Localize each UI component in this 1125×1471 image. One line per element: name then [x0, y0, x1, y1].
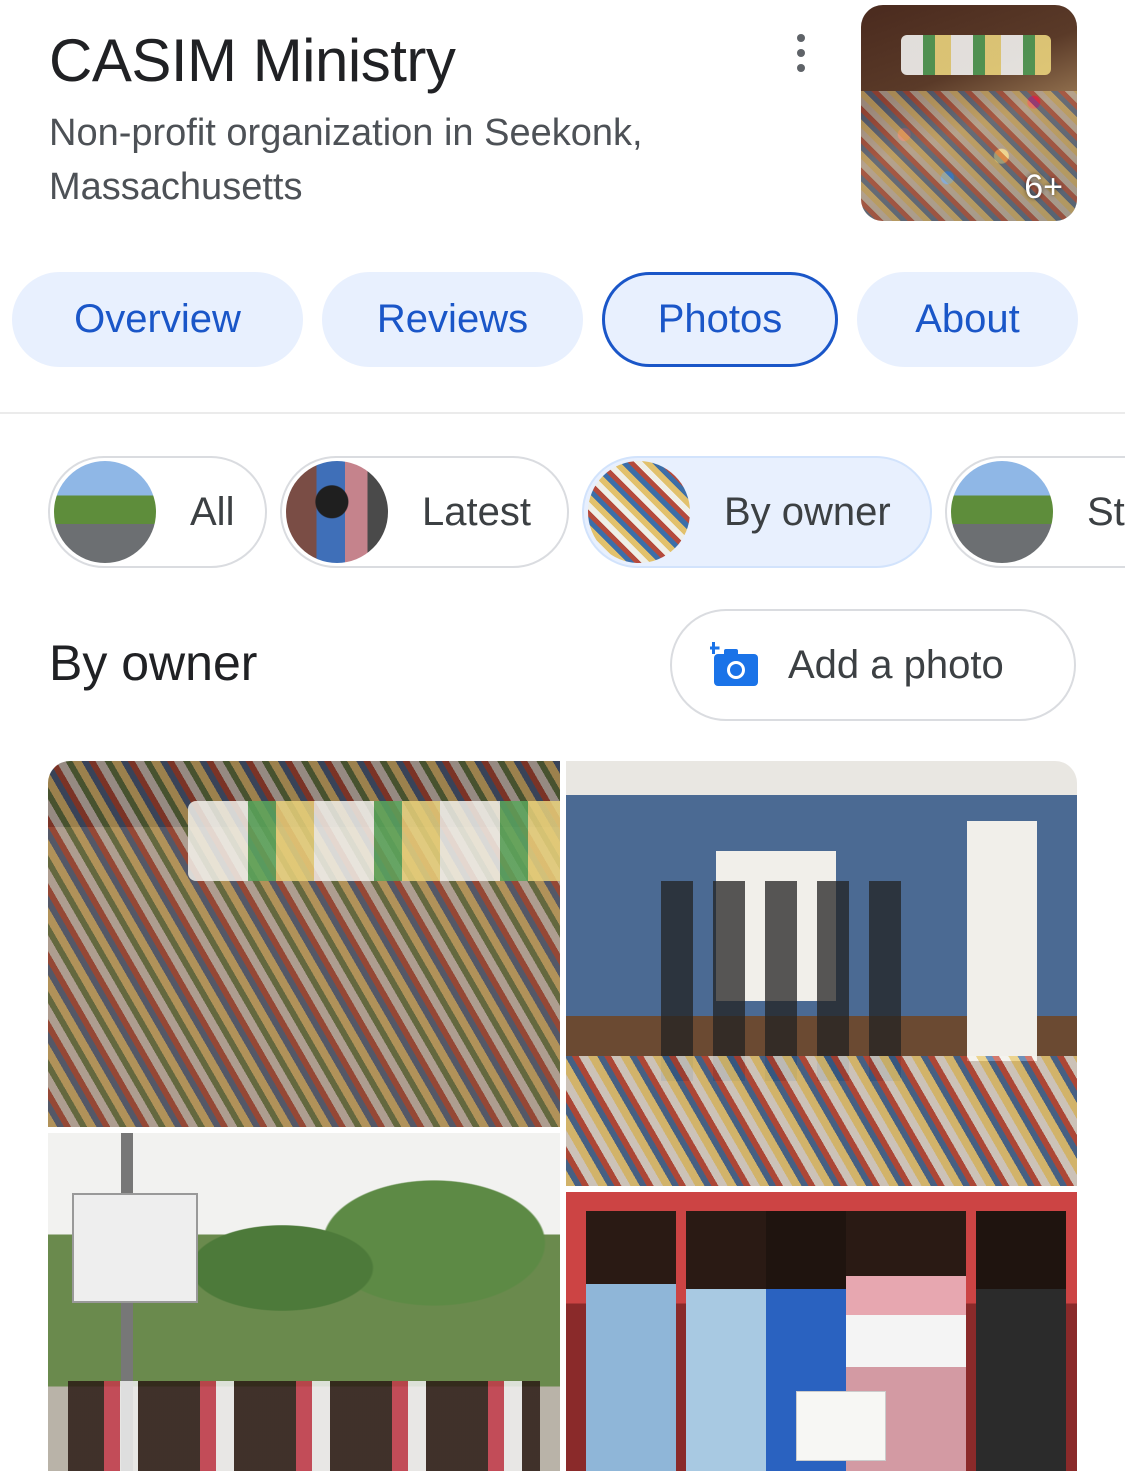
chip-thumbnail: [54, 461, 156, 563]
tab-photos[interactable]: Photos: [602, 272, 838, 367]
more-vert-icon-dot: [797, 49, 805, 57]
photo-detail: [661, 881, 921, 1081]
chip-label: St: [1087, 489, 1125, 534]
add-photo-button[interactable]: Add a photo: [670, 609, 1076, 721]
divider: [0, 412, 1125, 414]
photo-detail: [796, 1391, 886, 1461]
chip-thumbnail: [588, 461, 690, 563]
filter-chip-street-view[interactable]: St: [945, 456, 1125, 568]
more-options-button[interactable]: [782, 30, 820, 76]
owner-photo-food-donations[interactable]: [48, 761, 560, 1127]
more-vert-icon-dot: [797, 64, 805, 72]
filter-chip-latest[interactable]: Latest: [280, 456, 569, 568]
photo-detail: [586, 1211, 676, 1471]
filter-chip-all[interactable]: All: [48, 456, 267, 568]
chip-thumbnail: [286, 461, 388, 563]
owner-photo-children-outdoors[interactable]: [48, 1133, 560, 1471]
chip-thumbnail: [951, 461, 1053, 563]
owner-photo-graduation-group[interactable]: [566, 1192, 1077, 1471]
photo-detail: [72, 1193, 198, 1303]
photo-detail: [566, 1056, 1077, 1186]
place-title: CASIM Ministry: [49, 27, 456, 94]
add-photo-camera-icon: [710, 642, 758, 686]
photo-detail: [967, 821, 1037, 1061]
photo-count-badge: 6+: [1024, 168, 1063, 206]
tab-reviews[interactable]: Reviews: [322, 272, 583, 367]
photo-detail: [976, 1211, 1066, 1471]
section-title: By owner: [49, 635, 258, 691]
add-photo-label: Add a photo: [788, 642, 1004, 687]
photo-detail: [68, 1381, 540, 1471]
tab-overview[interactable]: Overview: [12, 272, 303, 367]
photo-detail: [188, 801, 560, 881]
tab-about[interactable]: About: [857, 272, 1078, 367]
place-tabs: Overview Reviews Photos About: [12, 272, 1078, 367]
place-category: Non-profit organization in Seekonk, Mass…: [49, 112, 643, 208]
chip-label: By owner: [724, 489, 891, 534]
chip-label: All: [190, 489, 235, 534]
more-vert-icon: [797, 34, 805, 42]
filter-chip-by-owner[interactable]: By owner: [582, 456, 932, 568]
photo-filter-chips: All Latest By owner St: [48, 456, 1125, 568]
photo-detail: [686, 1211, 776, 1471]
chip-label: Latest: [422, 489, 531, 534]
hero-photo-bags: [901, 35, 1051, 75]
owner-photo-group-with-donations[interactable]: [566, 761, 1077, 1186]
hero-photo-thumbnail[interactable]: 6+: [861, 5, 1077, 221]
photo-detail: [168, 1143, 548, 1393]
